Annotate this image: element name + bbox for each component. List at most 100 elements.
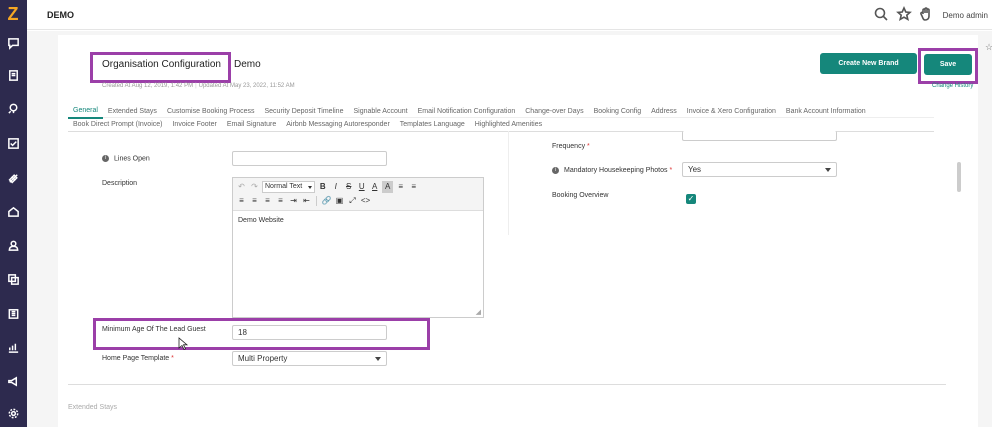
required-marker: * — [587, 143, 590, 150]
tab-templates-language[interactable]: Templates Language — [395, 118, 470, 131]
config-panel: ☆ ⚲ Organisation Configuration Demo Crea… — [58, 35, 992, 427]
tab-book-direct-prompt[interactable]: Book Direct Prompt (Invoice) — [68, 118, 167, 131]
tab-airbnb-messaging-autoresponder[interactable]: Airbnb Messaging Autoresponder — [281, 118, 395, 131]
description-label: Description — [102, 180, 138, 187]
user-icon[interactable] — [6, 238, 21, 253]
booking-overview-label: Booking Overview — [552, 192, 609, 199]
change-history-link[interactable]: Change History — [932, 83, 973, 89]
create-new-brand-button[interactable]: Create New Brand — [820, 53, 917, 74]
search-icon[interactable] — [873, 6, 889, 22]
booking-overview-checkbox[interactable]: ✓ — [686, 194, 696, 204]
calendar-icon[interactable] — [6, 306, 21, 321]
toolbar-divider — [316, 196, 317, 206]
tab-change-over-days[interactable]: Change-over Days — [520, 105, 588, 118]
checklist-icon[interactable] — [6, 136, 21, 151]
mandatory-value: Yes — [688, 165, 702, 174]
home-template-value: Multi Property — [238, 354, 288, 363]
gear-icon[interactable] — [6, 406, 21, 421]
required-marker: * — [171, 355, 174, 362]
chevron-down-icon — [825, 168, 831, 172]
lines-open-label: i Lines Open — [102, 155, 150, 162]
frequency-input[interactable] — [682, 131, 837, 141]
updated-at: Updated At May 23, 2022, 11:52 AM — [198, 83, 295, 89]
tab-address[interactable]: Address — [646, 105, 682, 118]
undo-button[interactable]: ↶ — [236, 181, 247, 193]
lines-open-input[interactable] — [232, 151, 387, 166]
book-icon[interactable] — [6, 68, 21, 83]
column-divider — [508, 131, 509, 235]
mouse-cursor-icon — [178, 337, 189, 351]
copy-icon[interactable] — [6, 272, 21, 287]
min-age-input[interactable]: 18 — [232, 325, 387, 340]
align-right-button[interactable]: ≡ — [262, 195, 273, 207]
font-color-button[interactable]: A — [369, 181, 380, 193]
bold-button[interactable]: B — [317, 181, 328, 193]
tag-icon[interactable] — [6, 171, 21, 186]
chart-icon[interactable] — [6, 340, 21, 355]
mandatory-text: Mandatory Housekeeping Photos — [564, 167, 668, 174]
home-icon[interactable] — [6, 204, 21, 219]
fullscreen-icon[interactable]: ⤢ — [347, 195, 358, 207]
redo-button[interactable]: ↷ — [249, 181, 260, 193]
tab-invoice-footer[interactable]: Invoice Footer — [167, 118, 221, 131]
required-marker: * — [669, 167, 673, 174]
favorite-star-icon[interactable]: ☆ — [985, 42, 992, 53]
brand-name: DEMO — [47, 10, 74, 20]
editor-toolbar: ↶ ↷ Normal Text B I S U A A ≡ ≡ ≡ ≡ ≡ ≡ — [233, 178, 483, 211]
tab-customise-booking-process[interactable]: Customise Booking Process — [162, 105, 260, 118]
section-divider — [68, 384, 946, 385]
tab-signable-account[interactable]: Signable Account — [348, 105, 412, 118]
tab-security-deposit-timeline[interactable]: Security Deposit Timeline — [259, 105, 348, 118]
min-age-label: Minimum Age Of The Lead Guest — [102, 326, 206, 333]
indent-button[interactable]: ⇥ — [288, 195, 299, 207]
strikethrough-button[interactable]: S — [343, 181, 354, 193]
home-template-text: Home Page Template — [102, 355, 170, 362]
mandatory-housekeeping-label: i Mandatory Housekeeping Photos * — [552, 166, 672, 176]
outdent-button[interactable]: ⇤ — [301, 195, 312, 207]
justify-button[interactable]: ≡ — [275, 195, 286, 207]
tab-highlighted-amenities[interactable]: Highlighted Amenities — [470, 118, 547, 131]
info-icon: i — [552, 166, 559, 174]
save-button[interactable]: Save — [924, 54, 972, 75]
chevron-down-icon — [375, 357, 381, 361]
tab-booking-config[interactable]: Booking Config — [589, 105, 646, 118]
background-color-button[interactable]: A — [382, 181, 394, 193]
app-logo[interactable]: Z — [3, 4, 23, 24]
italic-button[interactable]: I — [330, 181, 341, 193]
source-code-icon[interactable]: <> — [360, 195, 371, 207]
description-editor: ↶ ↷ Normal Text B I S U A A ≡ ≡ ≡ ≡ ≡ ≡ — [232, 177, 484, 318]
tab-invoice-xero-configuration[interactable]: Invoice & Xero Configuration — [682, 105, 781, 118]
tab-email-notification-configuration[interactable]: Email Notification Configuration — [413, 105, 521, 118]
rocket-icon[interactable] — [6, 101, 21, 116]
tab-bank-account-information[interactable]: Bank Account Information — [781, 105, 871, 118]
created-at: Created At Aug 12, 2019, 1:42 PM — [102, 83, 194, 89]
bullet-list-button[interactable]: ≡ — [395, 181, 406, 193]
page-title: Organisation Configuration — [102, 59, 221, 70]
info-icon: i — [102, 155, 109, 162]
frequency-text: Frequency — [552, 143, 586, 150]
image-icon[interactable]: ▣ — [334, 195, 345, 207]
main-content: ☆ ⚲ Organisation Configuration Demo Crea… — [27, 31, 992, 427]
resize-handle-icon[interactable]: ◢ — [476, 308, 481, 316]
hand-icon[interactable] — [918, 6, 934, 22]
editor-content[interactable]: Demo Website — [233, 211, 483, 230]
numbered-list-button[interactable]: ≡ — [408, 181, 419, 193]
underline-button[interactable]: U — [356, 181, 367, 193]
chat-icon[interactable] — [6, 36, 21, 51]
megaphone-icon[interactable] — [6, 374, 21, 389]
top-bar: DEMO Demo admin — [27, 0, 992, 30]
extended-stays-section-title: Extended Stays — [68, 404, 118, 411]
home-template-select[interactable]: Multi Property — [232, 351, 387, 366]
tab-extended-stays[interactable]: Extended Stays — [103, 105, 162, 118]
align-left-button[interactable]: ≡ — [236, 195, 247, 207]
tab-general[interactable]: General — [68, 104, 103, 119]
link-icon[interactable]: 🔗 — [321, 195, 332, 207]
scrollbar[interactable] — [957, 162, 961, 192]
format-select[interactable]: Normal Text — [262, 181, 316, 193]
mandatory-housekeeping-select[interactable]: Yes — [682, 162, 837, 177]
frequency-label: Frequency * — [552, 143, 590, 150]
align-center-button[interactable]: ≡ — [249, 195, 260, 207]
user-name[interactable]: Demo admin — [943, 11, 988, 20]
tab-email-signature[interactable]: Email Signature — [222, 118, 281, 131]
star-icon[interactable] — [896, 6, 912, 22]
